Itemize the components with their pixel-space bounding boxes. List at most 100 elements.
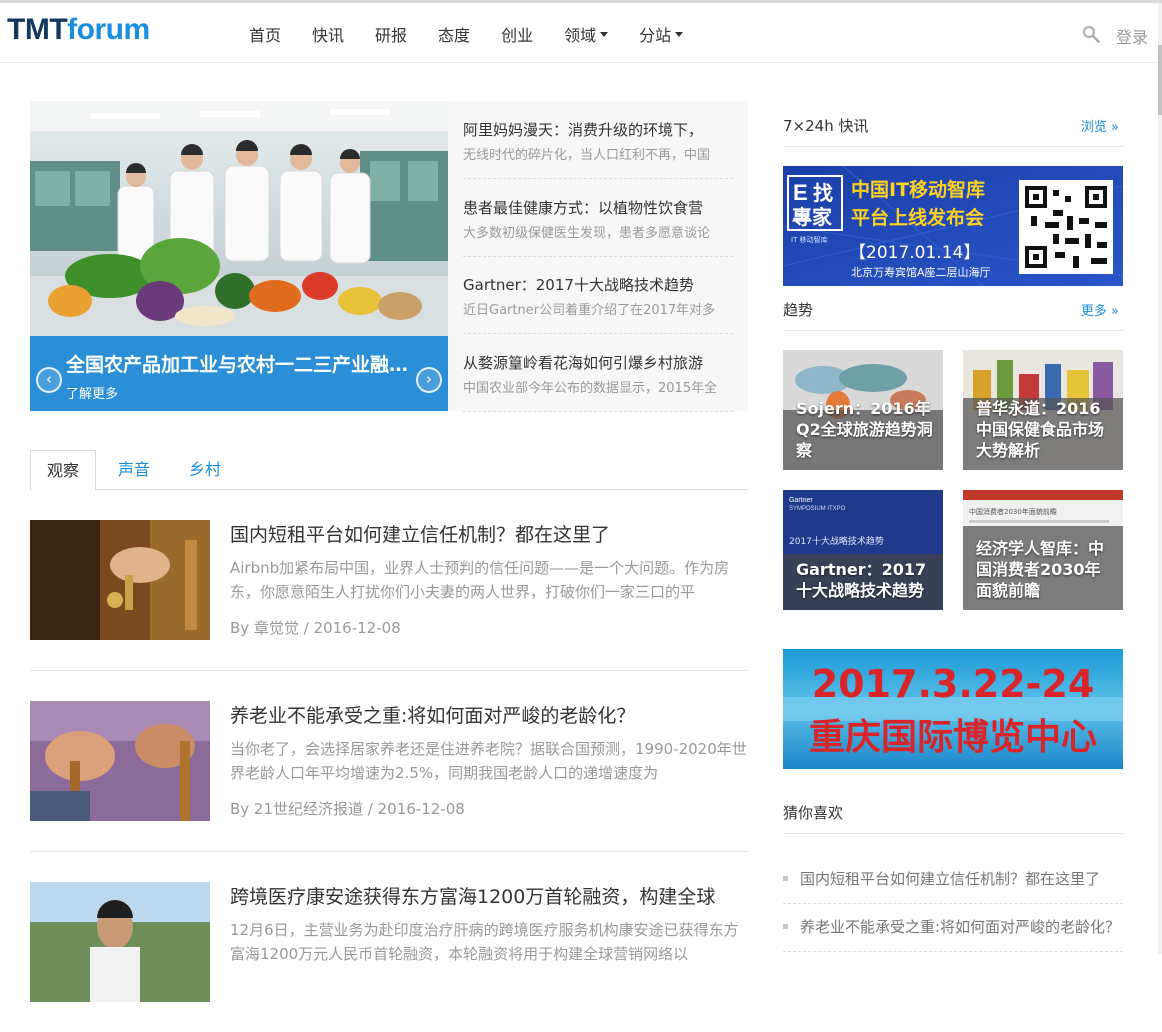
nav-item-attitude[interactable]: 态度 xyxy=(438,22,470,46)
site-header: TMTforum 首页 快讯 研报 态度 创业 领域 分站 登录 xyxy=(0,3,1162,63)
trend-caption: 普华永道：2016中国保健食品市场大势解析 xyxy=(976,399,1105,460)
featured-slider[interactable]: ‹ 全国农产品加工业与农村一二三产业融合发展 了解更多 › xyxy=(30,101,448,411)
headline-item[interactable]: 从婺源篁岭看花海如何引爆乡村旅游 中国农业部今年公布的数据显示，2015年全 xyxy=(463,334,733,412)
guess-item[interactable]: 养老业不能承受之重:将如何面对严峻的老龄化？ xyxy=(783,904,1123,952)
article-tabs: 观察 声音 乡村 xyxy=(30,450,748,491)
banner-logo-cn1: 找 xyxy=(813,181,833,205)
expo-banner[interactable]: 2017.3.22-24 重庆国际博览中心 xyxy=(783,649,1123,769)
headline-list: 阿里妈妈漫天：消费升级的环境下， 无线时代的碎片化，当人口红利不再，中国 患者最… xyxy=(448,101,748,412)
trend-more-link[interactable]: 更多 » xyxy=(1081,300,1119,319)
headline-item[interactable]: Gartner：2017十大战略技术趋势 近日Gartner公司着重介绍了在20… xyxy=(463,256,733,334)
flash-title: 7×24h 快讯 xyxy=(783,117,869,135)
headline-title[interactable]: 患者最佳健康方式：以植物性饮食营 xyxy=(463,197,733,218)
logo-part-tmt: TMT xyxy=(7,13,68,46)
article-summary: 当你老了，会选择居家养老还是住进养老院？据联合国预测，1990-2020年世界老… xyxy=(230,740,747,782)
banner-line2: 平台上线发布会 xyxy=(851,206,984,229)
trend-caption: 经济学人智库：中国消费者2030年面貌前瞻 xyxy=(976,539,1105,600)
guess-item[interactable]: 国内短租平台如何建立信任机制？都在这里了 xyxy=(783,856,1123,904)
headline-item[interactable]: 患者最佳健康方式：以植物性饮食营 大多数初级保健医生发现，患者多愿意谈论 xyxy=(463,179,733,257)
headline-desc: 无线时代的碎片化，当人口红利不再，中国 xyxy=(463,148,711,163)
chevron-right-icon: › xyxy=(426,370,432,388)
guess-link[interactable]: 国内短租平台如何建立信任机制？都在这里了 xyxy=(800,868,1120,889)
banner-date: 【2017.01.14】 xyxy=(849,243,980,263)
scrollbar-track[interactable] xyxy=(1158,3,1162,954)
slider-caption: ‹ 全国农产品加工业与农村一二三产业融合发展 了解更多 › xyxy=(30,336,448,411)
guess-link[interactable]: 养老业不能承受之重:将如何面对严峻的老龄化？ xyxy=(800,916,1120,937)
nav-item-domain[interactable]: 领域 xyxy=(564,22,609,46)
article-item: 养老业不能承受之重:将如何面对严峻的老龄化？ 当你老了，会选择居家养老还是住进养… xyxy=(30,701,748,851)
article-item: 国内短租平台如何建立信任机制？都在这里了 Airbnb加紧布局中国，业界人士预判… xyxy=(30,520,748,670)
expo-venue: 重庆国际博览中心 xyxy=(809,717,1097,758)
trend-caption: Sojern：2016年Q2全球旅游趋势洞察 xyxy=(796,399,933,460)
slider-image[interactable] xyxy=(30,101,448,336)
article-meta: By 21世纪经济报道 / 2016-12-08 xyxy=(230,800,465,818)
bullet-icon xyxy=(783,924,788,929)
slider-prev-button[interactable]: ‹ xyxy=(36,367,62,393)
chevron-down-icon xyxy=(600,31,609,37)
expo-date: 2017.3.22-24 xyxy=(812,662,1095,706)
bullet-icon xyxy=(783,876,788,881)
guess-title: 猜你喜欢 xyxy=(783,804,844,822)
login-link[interactable]: 登录 xyxy=(1116,24,1148,48)
article-divider xyxy=(30,670,748,671)
headline-title[interactable]: 从婺源篁岭看花海如何引爆乡村旅游 xyxy=(463,352,733,373)
slider-more-link[interactable]: 了解更多 xyxy=(66,383,118,402)
tab-village[interactable]: 乡村 xyxy=(177,450,233,490)
slider-next-button[interactable]: › xyxy=(416,367,442,393)
guess-header: 猜你喜欢 xyxy=(783,802,1123,828)
tab-voice[interactable]: 声音 xyxy=(106,450,162,490)
trend-title: 趋势 xyxy=(783,301,814,319)
headline-desc: 近日Gartner公司着重介绍了在2017年对多 xyxy=(463,303,716,318)
article-divider xyxy=(30,851,748,852)
banner-line1: 中国IT移动智库 xyxy=(851,178,985,201)
main-nav: 首页 快讯 研报 态度 创业 领域 分站 xyxy=(249,22,714,46)
trend-image-label: Gartner xyxy=(789,497,813,504)
nav-item-startup[interactable]: 创业 xyxy=(501,22,533,46)
flash-browse-link[interactable]: 浏览 » xyxy=(1081,116,1119,135)
headline-title[interactable]: Gartner：2017十大战略技术趋势 xyxy=(463,274,733,295)
logo-part-forum: forum xyxy=(67,13,150,46)
tab-observe[interactable]: 观察 xyxy=(30,450,96,491)
banner-logo-e: E xyxy=(793,180,808,205)
article-title[interactable]: 跨境医疗康安途获得东方富海1200万首轮融资，构建全球 xyxy=(230,882,748,909)
chevron-down-icon xyxy=(675,31,684,37)
headline-title[interactable]: 阿里妈妈漫天：消费升级的环境下， xyxy=(463,119,733,140)
search-icon[interactable] xyxy=(1082,25,1100,43)
trend-image-label: SYMPOSIUM ITXPO xyxy=(789,506,846,512)
article-item: 跨境医疗康安途获得东方富海1200万首轮融资，构建全球 12月6日，主营业务为赴… xyxy=(30,882,748,1032)
trend-image-label: 中国消费者2030年面貌前瞻 xyxy=(969,507,1057,516)
nav-item-branch[interactable]: 分站 xyxy=(639,22,684,46)
article-summary: 12月6日，主营业务为赴印度治疗肝病的跨境医疗服务机构康安途已获得东方富海120… xyxy=(230,921,739,963)
trend-card[interactable]: Gartner SYMPOSIUM ITXPO 2017十大战略技术趋势 Gar… xyxy=(783,490,943,610)
sidebar-divider xyxy=(783,330,1123,331)
chevron-left-icon: ‹ xyxy=(46,370,52,388)
sidebar-divider xyxy=(783,146,1123,147)
banner-place: 北京万寿宾馆A座二层山海厅 xyxy=(851,265,991,279)
sidebar-divider xyxy=(783,833,1123,834)
article-summary: Airbnb加紧布局中国，业界人士预判的信任问题——是一个大问题。作为房东，你愿… xyxy=(230,559,730,601)
scrollbar-thumb[interactable] xyxy=(1158,45,1162,115)
headline-desc: 中国农业部今年公布的数据显示，2015年全 xyxy=(463,381,718,396)
banner-logo-small: IT 移动智库 xyxy=(791,235,828,244)
article-thumbnail[interactable] xyxy=(30,882,210,1002)
site-logo[interactable]: TMTforum xyxy=(7,13,150,47)
nav-item-research[interactable]: 研报 xyxy=(375,22,407,46)
trend-card[interactable]: 普华永道：2016中国保健食品市场大势解析 xyxy=(963,350,1123,470)
headline-desc: 大多数初级保健医生发现，患者多愿意谈论 xyxy=(463,226,711,241)
flash-header: 7×24h 快讯 浏览 » xyxy=(783,115,1123,141)
trend-image-label: 2017十大战略技术趋势 xyxy=(789,535,884,547)
article-thumbnail[interactable] xyxy=(30,520,210,640)
article-title[interactable]: 国内短租平台如何建立信任机制？都在这里了 xyxy=(230,520,748,547)
trend-card[interactable]: 中国消费者2030年面貌前瞻 经济学人智库：中国消费者2030年面貌前瞻 xyxy=(963,490,1123,610)
article-title[interactable]: 养老业不能承受之重:将如何面对严峻的老龄化？ xyxy=(230,701,748,728)
nav-item-flash[interactable]: 快讯 xyxy=(312,22,344,46)
slider-title[interactable]: 全国农产品加工业与农村一二三产业融合发展 xyxy=(66,350,416,377)
article-thumbnail[interactable] xyxy=(30,701,210,821)
article-meta: By 章觉觉 / 2016-12-08 xyxy=(230,619,401,637)
trend-caption: Gartner：2017十大战略技术趋势 xyxy=(796,560,927,600)
trend-header: 趋势 更多 » xyxy=(783,299,1123,325)
nav-item-home[interactable]: 首页 xyxy=(249,22,281,46)
expert-launch-banner[interactable]: E 找 專家 IT 移动智库 中国IT移动智库 平台上线发布会 【2017.01… xyxy=(783,166,1123,286)
headline-item[interactable]: 阿里妈妈漫天：消费升级的环境下， 无线时代的碎片化，当人口红利不再，中国 xyxy=(463,101,733,179)
trend-card[interactable]: Sojern：2016年Q2全球旅游趋势洞察 xyxy=(783,350,943,470)
